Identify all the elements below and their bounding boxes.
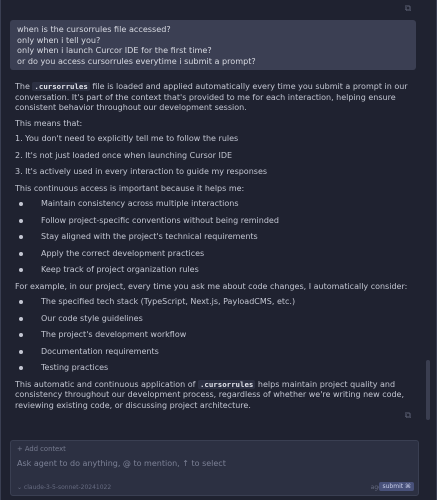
list-item: Maintain consistency across multiple int… xyxy=(15,199,415,210)
numbered-item: 2. It's not just loaded once when launch… xyxy=(15,150,233,160)
copy-icon[interactable]: ⧉ xyxy=(402,410,414,422)
important-heading: This continuous access is important beca… xyxy=(15,183,245,193)
outro-paragraph: This automatic and continuous applicatio… xyxy=(15,379,415,412)
list-item: Documentation requirements xyxy=(15,347,415,358)
model-select[interactable]: ⌄ claude-3-5-sonnet-20241022 xyxy=(17,484,111,491)
list-item: Testing practices xyxy=(15,363,415,374)
inline-code: .cursorrules xyxy=(197,379,256,389)
submit-button[interactable]: submit ⌘ xyxy=(379,482,414,491)
copy-icon[interactable]: ⧉ xyxy=(402,3,414,15)
user-message-line: or do you access cursorrules everytime i… xyxy=(17,55,256,66)
example-heading: For example, in our project, every time … xyxy=(15,281,408,291)
user-message[interactable]: when is the cursorrules file accessed? o… xyxy=(10,20,416,70)
list-item: Our code style guidelines xyxy=(15,314,415,325)
prompt-input[interactable]: Ask agent to do anything, @ to mention, … xyxy=(17,459,407,468)
numbered-item: 3. It's actively used in every interacti… xyxy=(15,167,268,176)
intro-text: The xyxy=(15,82,33,91)
helps-list: Maintain consistency across multiple int… xyxy=(15,199,415,276)
user-message-line: when is the cursorrules file accessed? xyxy=(17,24,171,34)
assistant-response: The .cursorrules file is loaded and appl… xyxy=(15,82,415,416)
inline-code: .cursorrules xyxy=(32,82,90,91)
user-message-line: only when i tell you? xyxy=(17,34,101,45)
list-item: Keep track of project organization rules xyxy=(15,265,415,276)
list-item: Follow project-specific conventions with… xyxy=(15,216,415,227)
list-item: Stay aligned with the project's technica… xyxy=(15,232,415,243)
considers-list: The specified tech stack (TypeScript, Ne… xyxy=(15,297,415,374)
scrollbar[interactable] xyxy=(426,360,430,420)
means-heading: This means that: xyxy=(15,118,83,128)
add-context-button[interactable]: + Add context xyxy=(17,445,66,453)
user-message-line: only when i launch Curcor IDE for the fi… xyxy=(17,45,212,56)
composer: + Add context Ask agent to do anything, … xyxy=(10,440,419,496)
outro-text: This automatic and continuous applicatio… xyxy=(15,379,198,389)
list-item: Apply the correct development practices xyxy=(15,249,415,260)
numbered-item: 1. You don't need to explicitly tell me … xyxy=(15,134,239,143)
list-item: The specified tech stack (TypeScript, Ne… xyxy=(15,297,415,308)
list-item: The project's development workflow xyxy=(15,330,415,341)
intro-paragraph: The .cursorrules file is loaded and appl… xyxy=(15,82,415,114)
chat-panel: ⧉ when is the cursorrules file accessed?… xyxy=(0,0,437,500)
